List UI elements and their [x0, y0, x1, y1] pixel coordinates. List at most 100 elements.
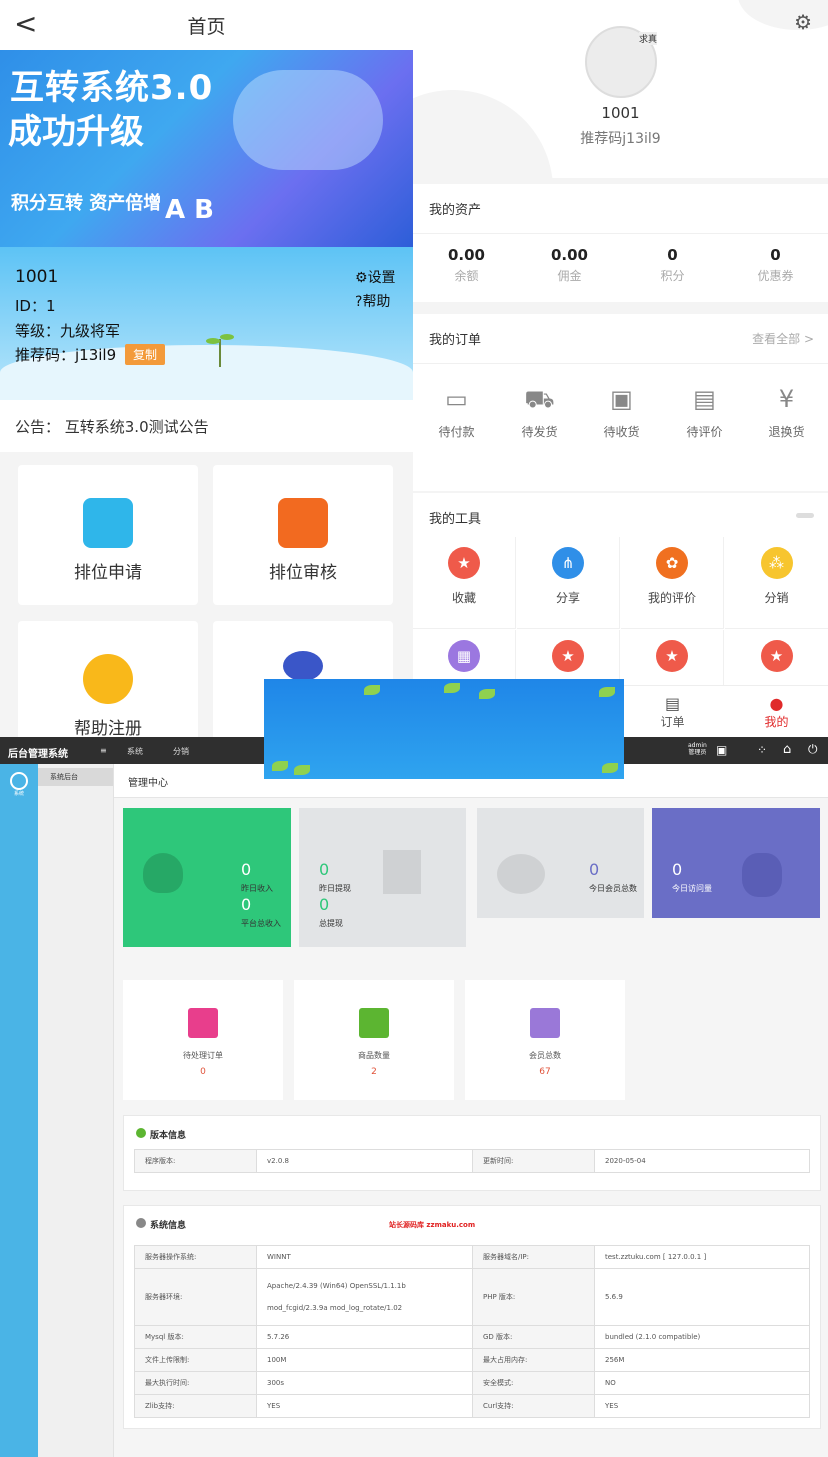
stat-value: 0	[319, 860, 330, 879]
menu-toggle-icon[interactable]: ≡	[100, 746, 107, 755]
users-icon	[83, 654, 133, 704]
view-all-orders-link[interactable]: 查看全部 >	[752, 330, 814, 347]
table-cell: 文件上传限制:	[134, 1348, 257, 1372]
order-label: 待评价	[686, 425, 723, 439]
asset-coupons[interactable]: 0 优惠券	[724, 246, 827, 284]
tile-label: 排位申请	[74, 563, 142, 583]
tool-label: 分销	[764, 591, 789, 605]
table-cell: Curl支持:	[472, 1394, 595, 1418]
stat-income: 0 昨日收入 0 平台总收入	[123, 808, 291, 947]
system-info-panel: 系统信息 站长源码库 zzmaku.com 服务器操作系统: WINNT 服务器域名…	[123, 1205, 821, 1429]
count-pending-orders[interactable]: 待处理订单 0	[123, 980, 283, 1100]
leaf-decoration	[272, 761, 288, 771]
star-icon: ★	[656, 640, 688, 672]
tool-share[interactable]: ⋔ 分享	[517, 537, 620, 629]
order-pending-review[interactable]: ▤ 待评价	[663, 385, 746, 440]
user-icon: ●	[769, 694, 784, 713]
page-title: 首页	[187, 15, 226, 38]
table-row: 服务器操作系统: WINNT 服务器域名/IP: test.zztuku.com [ …	[134, 1245, 810, 1269]
table-cell: YES	[594, 1394, 810, 1418]
tile-queue-review[interactable]: 排位审核	[213, 465, 393, 605]
order-pending-shipment[interactable]: ⛟ 待发货	[498, 385, 581, 440]
order-pending-payment[interactable]: ▭ 待付款	[415, 385, 498, 440]
table-cell: Apache/2.4.39 (Win64) OpenSSL/1.1.1b mod…	[256, 1268, 473, 1326]
table-cell: 服务器环境:	[134, 1268, 257, 1326]
tool-favorites[interactable]: ★ 收藏	[413, 537, 516, 629]
asset-value: 0.00	[550, 246, 588, 264]
table-cell: 服务器操作系统:	[134, 1245, 257, 1269]
help-link[interactable]: ?帮助	[355, 291, 390, 311]
tile-queue-apply[interactable]: 排位申请	[18, 465, 198, 605]
count-value: 2	[371, 1067, 377, 1077]
avatar[interactable]: 求真	[585, 26, 657, 98]
top-menu-distribution[interactable]: 分销	[173, 746, 189, 757]
assets-title: 我的资产	[413, 184, 828, 234]
admin-content: 管理中心 0 昨日收入 0 平台总收入 0 昨日提现 0 总提现 0 今日会员总…	[114, 764, 828, 1457]
asset-value: 0	[667, 246, 678, 264]
back-icon[interactable]: <	[14, 9, 37, 39]
document-icon	[383, 850, 421, 894]
version-table: 程序版本: v2.0.8 更新时间: 2020-05-04	[134, 1149, 810, 1173]
avatar-badge: 求真	[638, 32, 657, 45]
stat-withdrawal: 0 昨日提现 0 总提现	[299, 808, 466, 947]
table-cell: 2020-05-04	[594, 1149, 810, 1173]
collapse-handle[interactable]	[796, 513, 814, 518]
tab-mine[interactable]: ● 我的	[735, 694, 818, 730]
table-cell: Mysql 版本:	[134, 1325, 257, 1349]
ab-graphic: A B	[165, 195, 214, 225]
user-card: 1001 ID：1 等级：九级将军 推荐码：j13il9 复制 ⚙设置 ?帮助	[0, 247, 413, 400]
sitemap-icon[interactable]: ⁘	[757, 743, 767, 757]
money-bag-icon	[283, 651, 323, 681]
gear-icon: ⚙	[355, 270, 368, 286]
table-cell: WINNT	[256, 1245, 473, 1269]
system-icon[interactable]	[10, 772, 28, 790]
promo-banner[interactable]: 互转系统3.0 成功升级 积分互转 资产倍增 A B	[0, 50, 413, 247]
document-edit-icon	[278, 498, 328, 548]
settings-link[interactable]: ⚙设置	[355, 267, 396, 287]
decorative-popup-image	[264, 679, 624, 779]
table-cell: 更新时间:	[472, 1149, 595, 1173]
order-pending-receipt[interactable]: ▣ 待收货	[580, 385, 663, 440]
copy-button[interactable]: 复制	[125, 344, 166, 365]
gear-icon[interactable]: ⚙	[794, 10, 812, 34]
asset-label: 余额	[454, 269, 479, 283]
admin-role: 管理员	[688, 749, 707, 756]
table-cell: bundled (2.1.0 compatible)	[594, 1325, 810, 1349]
count-members[interactable]: 会员总数 67	[465, 980, 625, 1100]
order-refund[interactable]: ¥ 退换货	[745, 385, 828, 440]
admin-dashboard: 后台管理系统 ≡ 系统 分销 admin 管理员 ▣ ⁘ ⌂ ⏻ 系统 系统后台 …	[0, 737, 828, 1457]
leaf-decoration	[602, 763, 618, 773]
side-icon-label: 系统	[13, 791, 24, 797]
asset-commission[interactable]: 0.00 佣金	[518, 246, 621, 284]
tab-orders[interactable]: ▤ 订单	[631, 694, 714, 730]
paw-icon	[742, 853, 782, 897]
admin-user[interactable]: admin 管理员	[688, 742, 707, 756]
tool-label: 我的评价	[647, 591, 696, 605]
star-icon: ★	[552, 640, 584, 672]
primary-sidebar: 系统	[0, 764, 38, 1457]
count-products[interactable]: 商品数量 2	[294, 980, 454, 1100]
tile-help-register[interactable]: 帮助注册	[18, 621, 198, 737]
sysinfo-title-text: 系统信息	[150, 1221, 187, 1231]
tool-my-reviews[interactable]: ✿ 我的评价	[621, 537, 724, 629]
truck-icon	[530, 1008, 560, 1038]
sidebar-item-system-backend[interactable]: 系统后台	[38, 768, 113, 786]
admin-brand: 后台管理系统	[8, 749, 68, 760]
table-cell: 服务器域名/IP:	[472, 1245, 595, 1269]
table-cell: 安全模式:	[472, 1371, 595, 1395]
asset-points[interactable]: 0 积分	[621, 246, 724, 284]
home-icon[interactable]: ⌂	[783, 742, 791, 757]
notice-bar[interactable]: 公告： 互转系统3.0测试公告	[0, 400, 413, 452]
stat-label: 今日访问量	[672, 884, 712, 893]
tool-distribution[interactable]: ⁂ 分销	[725, 537, 828, 629]
id-card-icon[interactable]: ▣	[716, 743, 727, 757]
help-label: 帮助	[362, 294, 391, 310]
secondary-sidebar: 系统后台	[38, 764, 114, 1457]
leaf-decoration	[599, 687, 615, 697]
asset-label: 积分	[660, 269, 685, 283]
count-value: 0	[200, 1067, 206, 1077]
power-icon[interactable]: ⏻	[808, 742, 818, 757]
sysinfo-table: 服务器操作系统: WINNT 服务器域名/IP: test.zztuku.com [ …	[134, 1245, 810, 1418]
top-menu-system[interactable]: 系统	[127, 746, 143, 757]
asset-balance[interactable]: 0.00 余额	[415, 246, 518, 284]
